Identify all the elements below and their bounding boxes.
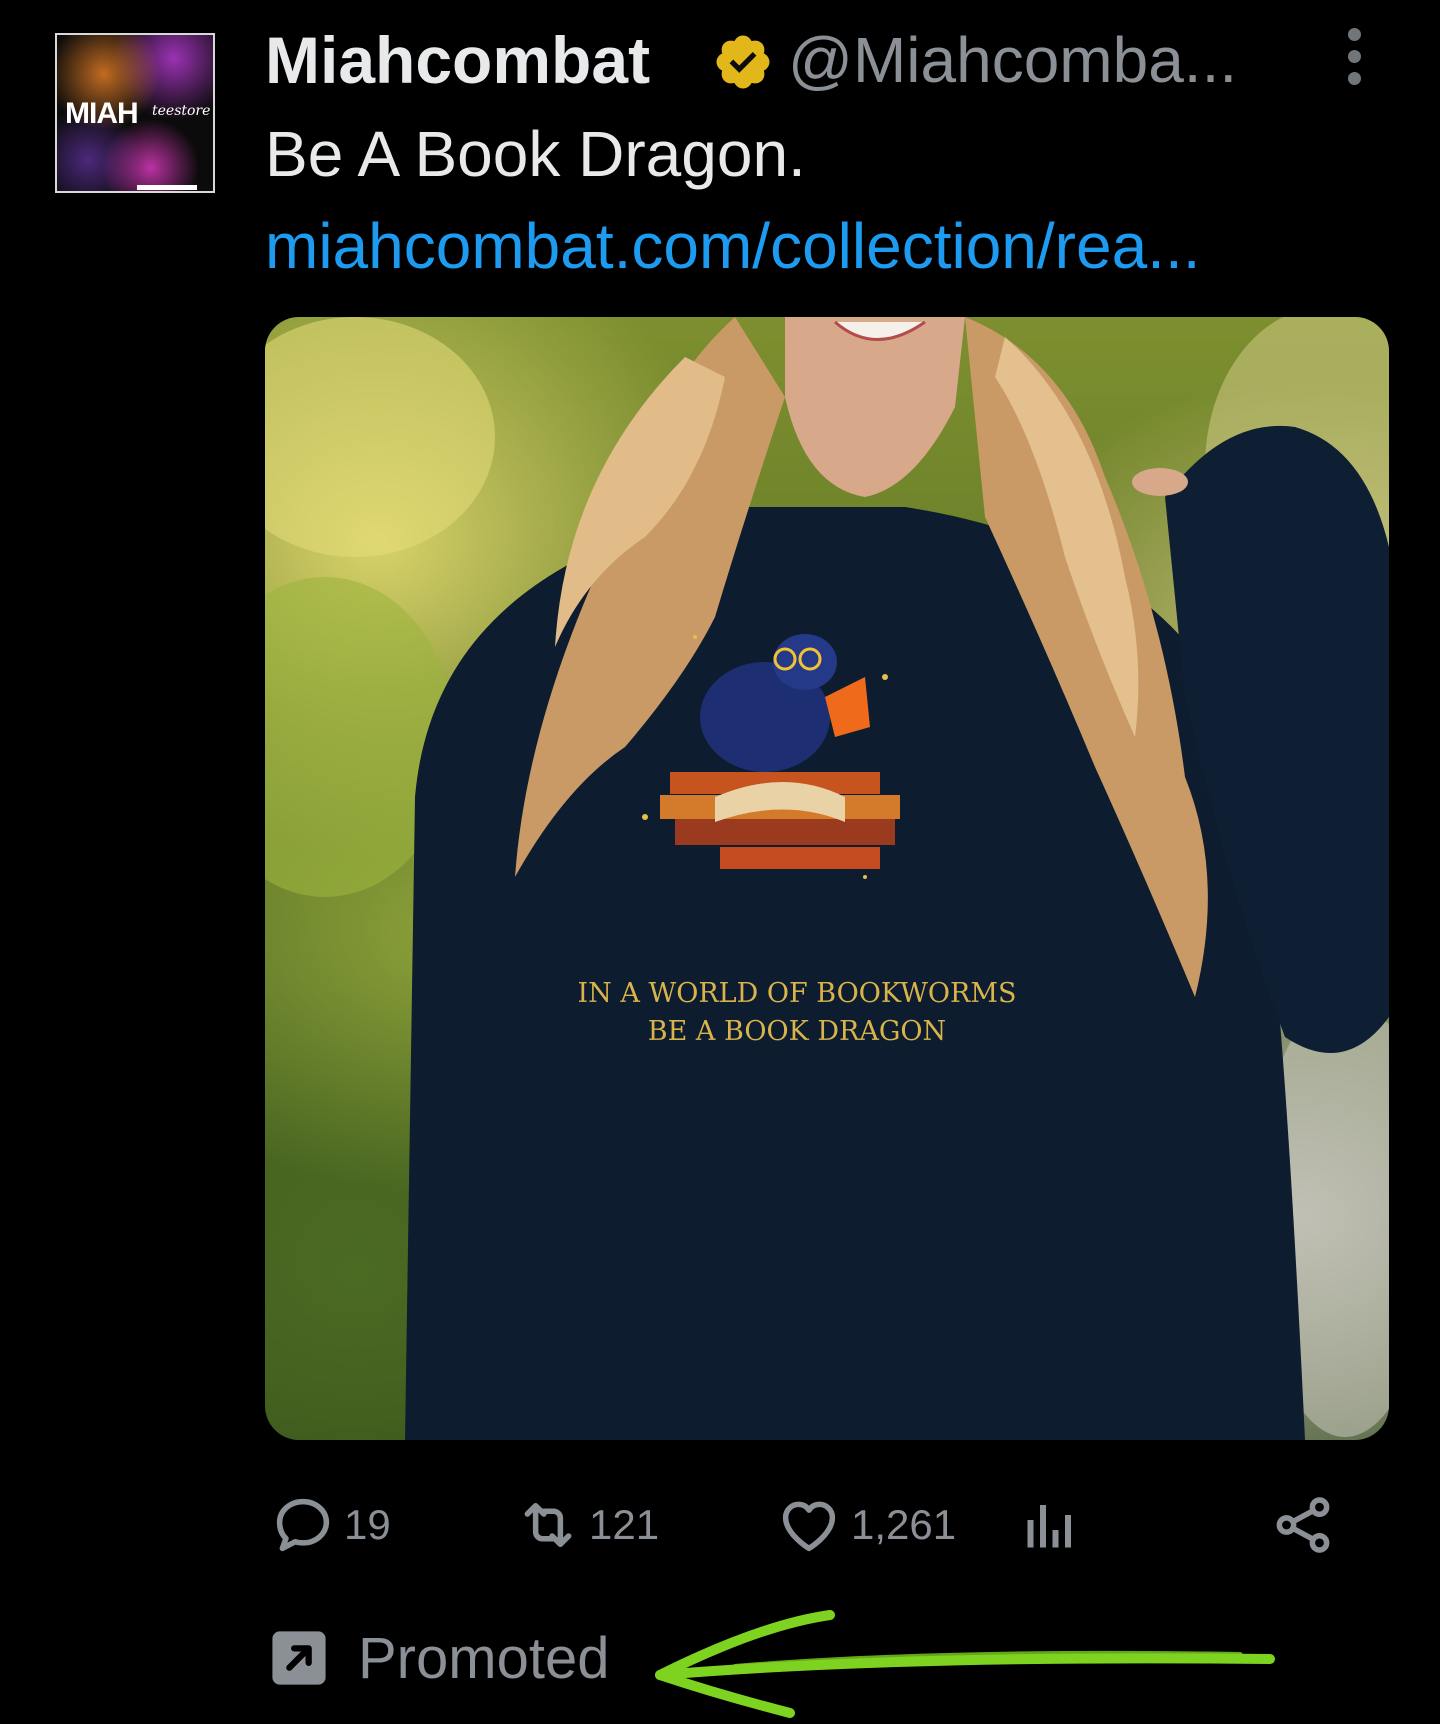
share-button[interactable] — [1270, 1490, 1336, 1560]
promoted-arrow-icon — [272, 1631, 326, 1685]
tweet-text: Be A Book Dragon. — [265, 118, 806, 190]
avatar-logo-bar — [137, 185, 197, 190]
reply-icon — [276, 1498, 330, 1552]
views-button[interactable] — [1020, 1490, 1080, 1560]
tweet-link[interactable]: miahcombat.com/collection/rea... — [265, 210, 1201, 282]
avatar-logo-text: MIAH — [65, 97, 139, 130]
media-illustration — [265, 317, 1389, 1440]
reply-count: 19 — [344, 1501, 391, 1548]
shirt-print-line1: IN A WORLD OF BOOKWORMS — [577, 978, 1017, 1009]
shirt-print-line2: BE A BOOK DRAGON — [647, 1016, 947, 1047]
retweet-icon — [524, 1503, 572, 1547]
share-icon — [1276, 1497, 1330, 1553]
annotation-arrow — [655, 1610, 1275, 1718]
like-button[interactable]: 1,261 — [775, 1490, 956, 1560]
avatar[interactable]: MIAH teestore — [55, 33, 215, 193]
tweet-actions-bar: 19 121 1,261 — [265, 1490, 1389, 1570]
tweet-media-image[interactable]: IN A WORLD OF BOOKWORMS BE A BOOK DRAGON — [265, 317, 1389, 1440]
verified-badge-icon — [716, 35, 770, 89]
heart-icon — [782, 1501, 836, 1552]
display-name[interactable]: Miahcombat — [265, 24, 650, 96]
avatar-logo-script: teestore — [152, 103, 211, 119]
promoted-indicator: Promoted — [270, 1620, 609, 1696]
more-vertical-icon[interactable] — [1340, 28, 1370, 88]
reply-button[interactable]: 19 — [270, 1490, 391, 1560]
like-count: 1,261 — [851, 1501, 957, 1548]
promoted-label: Promoted — [358, 1625, 610, 1691]
retweet-button[interactable]: 121 — [515, 1490, 659, 1560]
analytics-icon — [1027, 1505, 1071, 1548]
tweet-card[interactable]: MIAH teestore Miahcombat @Miahcomba... B… — [0, 0, 1440, 1724]
user-handle[interactable]: @Miahcomba... — [788, 24, 1237, 96]
retweet-count: 121 — [589, 1501, 660, 1548]
